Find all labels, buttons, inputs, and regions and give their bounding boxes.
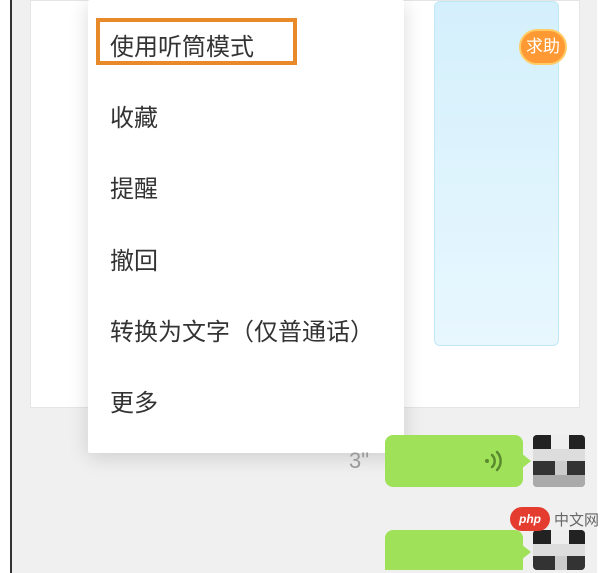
- message-bubble-2[interactable]: [385, 530, 523, 570]
- watermark-logo: php: [510, 507, 550, 531]
- voice-context-menu: 使用听筒模式 收藏 提醒 撤回 转换为文字（仅普通话） 更多: [88, 0, 404, 453]
- menu-item-favorite[interactable]: 收藏: [88, 83, 404, 154]
- voice-message-bubble[interactable]: [385, 435, 523, 487]
- user-avatar[interactable]: [533, 435, 585, 487]
- menu-item-earpiece-mode[interactable]: 使用听筒模式: [88, 12, 404, 83]
- voice-wave-icon: [483, 449, 507, 473]
- menu-item-remind[interactable]: 提醒: [88, 154, 404, 225]
- watermark-text: 中文网: [554, 509, 599, 530]
- user-avatar[interactable]: [533, 530, 585, 570]
- watermark: php 中文网: [510, 507, 599, 531]
- message-row-2: [385, 530, 585, 570]
- menu-item-recall[interactable]: 撤回: [88, 226, 404, 297]
- help-badge[interactable]: 求助: [519, 29, 567, 65]
- menu-item-more[interactable]: 更多: [88, 368, 404, 439]
- menu-item-convert-text[interactable]: 转换为文字（仅普通话）: [88, 297, 404, 368]
- voice-message-row: 3": [349, 435, 585, 487]
- voice-duration-label: 3": [349, 448, 369, 474]
